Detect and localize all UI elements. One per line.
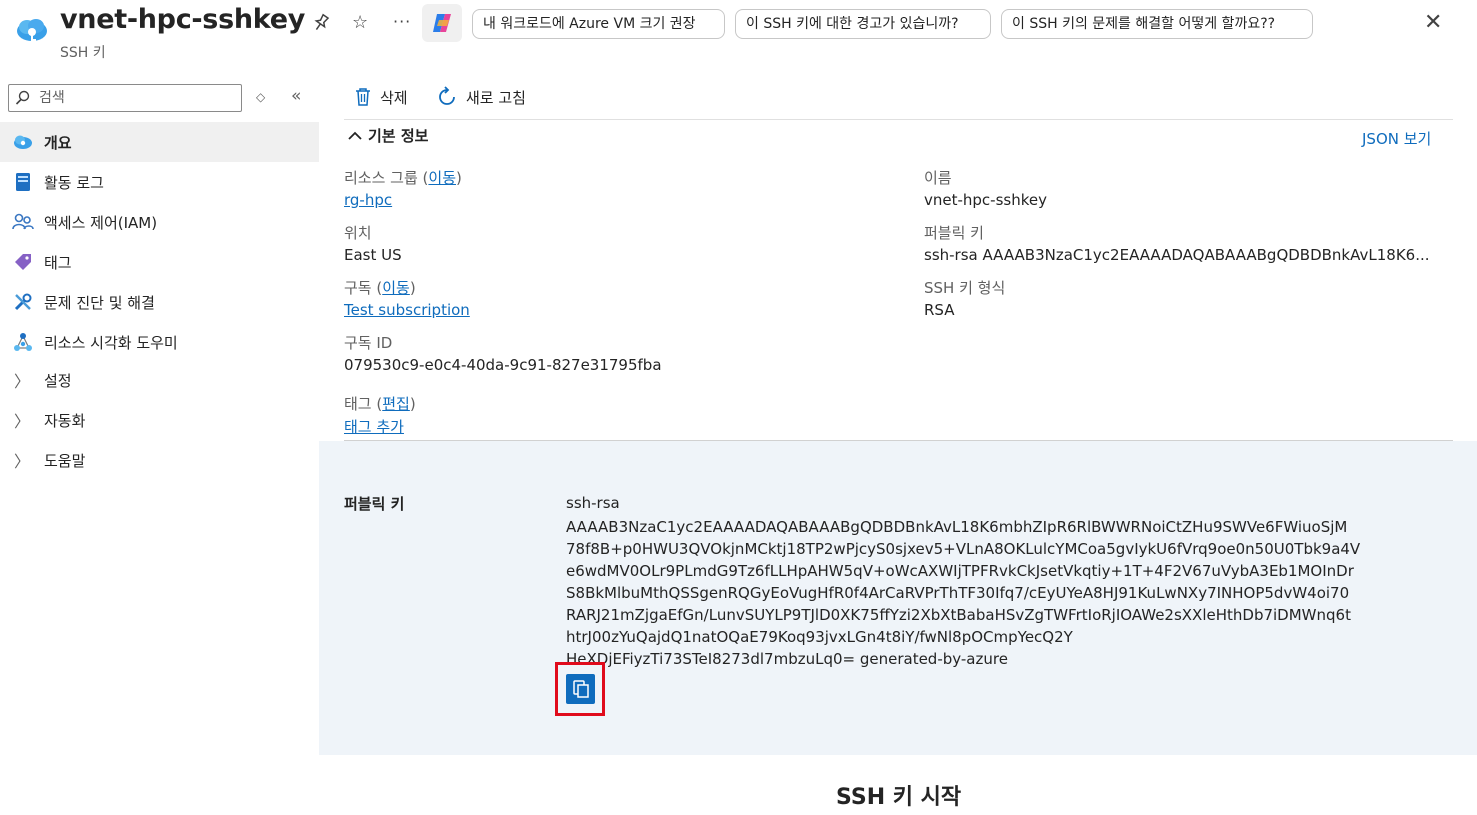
public-key-line: htrJ00zYuQajdQ1natOQaE79Koq93jvxLGn4t8iY… [566,628,1073,646]
search-placeholder: 검색 [39,90,65,106]
resource-group-value-link[interactable]: rg-hpc [344,191,392,209]
delete-label: 삭제 [380,88,408,107]
getting-started-heading: SSH 키 시작 [836,785,962,810]
subscription-id-value: 079530c9-e0c4-40da-9c91-827e31795fba [344,356,662,374]
close-button[interactable]: ✕ [1424,10,1442,35]
public-key-panel-label: 퍼블릭 키 [344,495,405,513]
sidebar-item-resource-visualizer[interactable]: 리소스 시각화 도우미 [0,322,319,362]
public-key-label: 퍼블릭 키 [924,224,984,242]
subscription-move-link[interactable]: 이동 [382,279,410,297]
sidebar-item-help[interactable]: 〉 도움말 [0,440,319,480]
sidebar-item-label: 설정 [44,371,72,390]
tags-label: 태그 (편집) [344,395,416,413]
diagnose-wrench-icon [12,291,34,313]
location-label: 위치 [344,224,372,242]
chevron-up-icon [348,127,362,145]
ssh-key-resource-icon [14,14,50,50]
sidebar-item-label: 리소스 시각화 도우미 [44,333,178,352]
refresh-button[interactable]: 새로 고침 [436,82,526,112]
ssh-key-format-label: SSH 키 형식 [924,279,1006,297]
public-key-line: HeXDjEFiyzTi73STeI8273dl7mbzuLq0= genera… [566,650,1008,668]
essentials-title: 기본 정보 [368,127,429,145]
public-key-line: 78f8B+p0HWU3QVOkjnMCktj18TP2wPjcyS0sjxev… [566,540,1361,558]
more-options-button[interactable]: ··· [393,12,411,31]
overview-cloud-icon [12,131,34,153]
tag-icon [12,251,34,273]
sidebar-item-activity-log[interactable]: 활동 로그 [0,162,319,202]
favorite-star-icon[interactable]: ☆ [352,12,368,33]
public-key-type: ssh-rsa [566,494,620,512]
copy-to-clipboard-button[interactable] [566,674,595,704]
subscription-value-link[interactable]: Test subscription [344,301,470,319]
sidebar-item-label: 도움말 [44,451,86,470]
page-subtitle: SSH 키 [60,45,106,61]
refresh-label: 새로 고침 [466,88,526,107]
tags-edit-link[interactable]: 편집 [382,395,410,413]
resource-group-label: 리소스 그룹 (이동) [344,169,462,187]
resource-visualizer-icon [12,331,34,353]
resource-group-move-link[interactable]: 이동 [428,169,456,187]
add-tag-link[interactable]: 태그 추가 [344,416,404,437]
prompt-chip-troubleshoot[interactable]: 이 SSH 키의 문제를 해결할 어떻게 할까요?? [1001,9,1313,39]
essentials-toggle[interactable]: 기본 정보 [348,125,428,146]
prompt-chip-alerts[interactable]: 이 SSH 키에 대한 경고가 있습니까? [735,9,991,39]
sidebar-item-label: 자동화 [44,411,86,430]
public-key-value: ssh-rsa AAAAB3NzaC1yc2EAAAADAQABAAABgQDB… [924,246,1430,264]
sidebar-item-label: 개요 [44,133,72,152]
public-key-line: RARJ21mZjgaEfGn/LunvSUYLP9TJlD0XK75ffYzi… [566,606,1351,624]
sidebar: 검색 ◇ « 개요 활동 로그 액세스 제어(IAM) 태그 문제 진단 및 해… [0,70,319,815]
page-header: vnet-hpc-sshkey SSH 키 ☆ ··· 내 워크로드에 Azur… [0,0,1477,62]
copilot-icon[interactable] [422,4,462,42]
delete-button[interactable]: 삭제 [354,82,408,112]
copy-icon [572,680,589,698]
prompt-chip-vm-size[interactable]: 내 워크로드에 Azure VM 크기 권장 [472,9,725,39]
pin-icon[interactable] [312,13,330,38]
search-input[interactable]: 검색 [8,84,242,112]
sidebar-item-label: 태그 [44,253,72,272]
sidebar-item-iam[interactable]: 액세스 제어(IAM) [0,202,319,242]
public-key-text: AAAAB3NzaC1yc2EAAAADAQABAAABgQDBDBnkAvL1… [566,516,1360,670]
sidebar-item-label: 액세스 제어(IAM) [44,213,158,232]
sort-icon[interactable]: ◇ [256,90,265,104]
collapse-sidebar-icon[interactable]: « [291,86,301,106]
location-value: East US [344,246,402,264]
chevron-right-icon: 〉 [14,372,31,391]
name-label: 이름 [924,169,952,187]
public-key-line: e6wdMV0OLr9PLmdG9Tz6fLLHpAHW5qV+oWcAXWIj… [566,562,1354,580]
iam-people-icon [12,211,34,233]
page-title: vnet-hpc-sshkey [60,4,306,35]
activity-log-icon [12,171,34,193]
chevron-right-icon: 〉 [14,412,31,431]
subscription-label: 구독 (이동) [344,279,416,297]
sidebar-item-settings[interactable]: 〉 설정 [0,360,319,400]
sidebar-item-label: 문제 진단 및 해결 [44,293,155,312]
sidebar-item-diagnose[interactable]: 문제 진단 및 해결 [0,282,319,322]
toolbar-divider [344,119,1453,120]
sidebar-item-tags[interactable]: 태그 [0,242,319,282]
subscription-id-label: 구독 ID [344,334,393,352]
public-key-line: AAAAB3NzaC1yc2EAAAADAQABAAABgQDBDBnkAvL1… [566,518,1348,536]
sidebar-item-overview[interactable]: 개요 [0,122,319,162]
sidebar-item-label: 활동 로그 [44,173,104,192]
sidebar-item-automation[interactable]: 〉 자동화 [0,400,319,440]
trash-icon [356,88,370,106]
refresh-icon [439,86,455,105]
search-icon [15,89,31,115]
name-value: vnet-hpc-sshkey [924,191,1047,209]
json-view-link[interactable]: JSON 보기 [1362,128,1431,149]
public-key-line: S8BkMlbuMthQSSgenRQGyEoVugHfR0f4ArCaRVPr… [566,584,1350,602]
ssh-key-format-value: RSA [924,301,955,319]
chevron-right-icon: 〉 [14,452,31,471]
